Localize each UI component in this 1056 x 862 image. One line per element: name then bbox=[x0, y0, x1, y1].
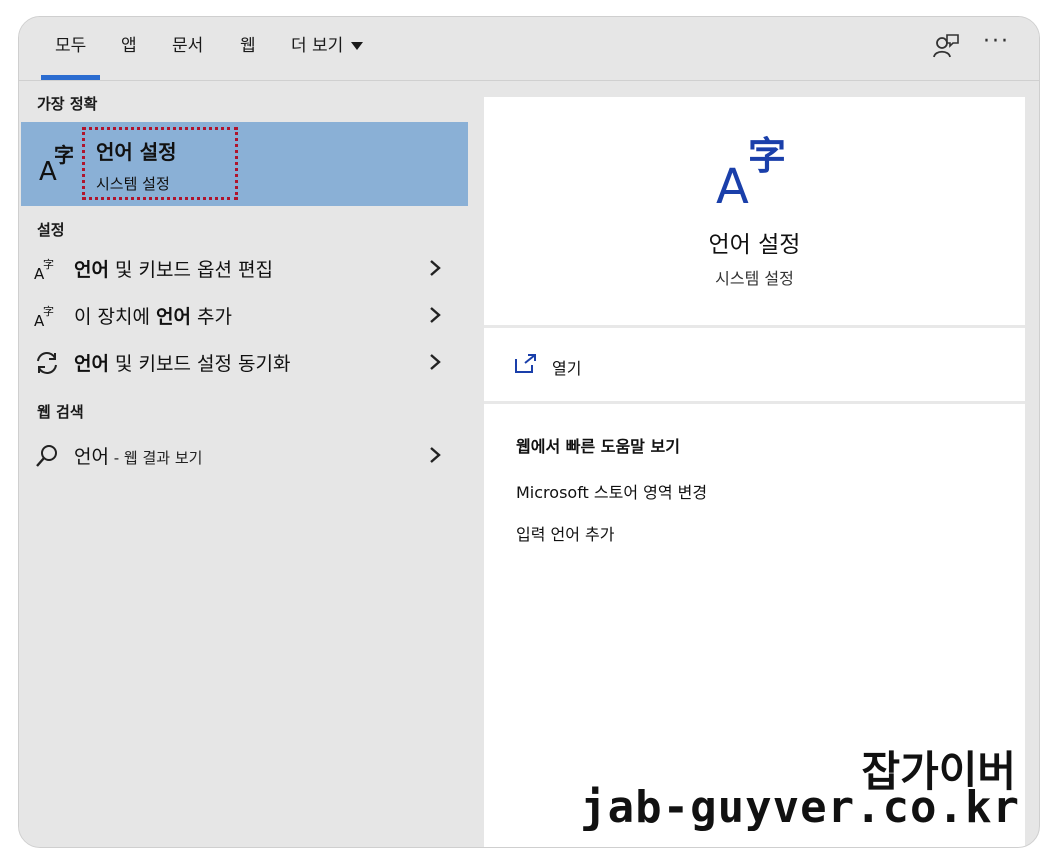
svg-text:字: 字 bbox=[748, 134, 786, 178]
search-window: 모두 앱 문서 웹 더 보기 ··· 가장 정확 A 字 언어 설정 시스템 설… bbox=[18, 16, 1040, 848]
language-icon: A 字 bbox=[34, 304, 54, 329]
settings-item-sync-language[interactable]: 언어 및 키보드 설정 동기화 bbox=[19, 340, 468, 384]
best-match-heading: 가장 정확 bbox=[37, 95, 98, 113]
language-icon: A 字 bbox=[716, 134, 786, 207]
search-icon bbox=[36, 445, 57, 467]
best-match-title: 언어 설정 bbox=[96, 140, 177, 164]
chevron-right-icon bbox=[430, 354, 441, 370]
chevron-right-icon bbox=[430, 447, 441, 463]
sync-icon bbox=[37, 352, 57, 374]
preview-panel: A 字 언어 설정 시스템 설정 열기 웹에서 빠른 도움말 보기 Micros… bbox=[484, 97, 1025, 847]
link-add-input-language[interactable]: 입력 언어 추가 bbox=[516, 521, 615, 545]
chevron-right-icon bbox=[430, 260, 441, 276]
preview-title: 언어 설정 bbox=[708, 232, 801, 258]
divider bbox=[484, 401, 1025, 404]
tab-apps[interactable]: 앱 bbox=[121, 17, 137, 80]
tab-all[interactable]: 모두 bbox=[40, 17, 101, 80]
tab-more[interactable]: 더 보기 bbox=[291, 17, 364, 80]
settings-item-add-language[interactable]: A 字 이 장치에 언어 추가 bbox=[19, 293, 468, 337]
settings-heading: 설정 bbox=[37, 221, 65, 239]
preview-subtitle: 시스템 설정 bbox=[715, 269, 794, 288]
svg-text:字: 字 bbox=[43, 304, 54, 318]
svg-text:字: 字 bbox=[54, 143, 74, 167]
open-external-icon bbox=[515, 354, 536, 373]
results-panel: 가장 정확 A 字 언어 설정 시스템 설정 설정 A 字 언어 및 키보드 옵… bbox=[19, 81, 468, 847]
web-search-item[interactable]: 언어 - 웹 결과 보기 bbox=[19, 433, 468, 477]
svg-text:字: 字 bbox=[43, 257, 54, 271]
best-match-item[interactable]: A 字 언어 설정 시스템 설정 bbox=[21, 122, 468, 206]
best-match-subtitle: 시스템 설정 bbox=[96, 175, 170, 193]
settings-item-edit-language-keyboard[interactable]: A 字 언어 및 키보드 옵션 편집 bbox=[19, 246, 468, 290]
link-change-store-region[interactable]: Microsoft 스토어 영역 변경 bbox=[516, 479, 707, 503]
language-icon: A 字 bbox=[34, 257, 54, 282]
svg-text:A: A bbox=[716, 159, 749, 207]
language-icon: A 字 bbox=[39, 143, 74, 184]
divider bbox=[484, 325, 1025, 328]
tab-documents[interactable]: 문서 bbox=[172, 17, 203, 80]
web-search-heading: 웹 검색 bbox=[37, 403, 84, 421]
feedback-icon[interactable] bbox=[931, 31, 961, 61]
open-button[interactable]: 열기 bbox=[514, 347, 814, 387]
web-help-heading: 웹에서 빠른 도움말 보기 bbox=[516, 437, 680, 456]
caret-down-icon bbox=[351, 42, 364, 50]
search-tabs-bar: 모두 앱 문서 웹 더 보기 ··· bbox=[19, 17, 1039, 81]
watermark-url: jab-guyver.co.kr bbox=[580, 782, 1020, 833]
more-options-icon[interactable]: ··· bbox=[983, 29, 1010, 54]
tab-web[interactable]: 웹 bbox=[240, 17, 256, 80]
chevron-right-icon bbox=[430, 307, 441, 323]
